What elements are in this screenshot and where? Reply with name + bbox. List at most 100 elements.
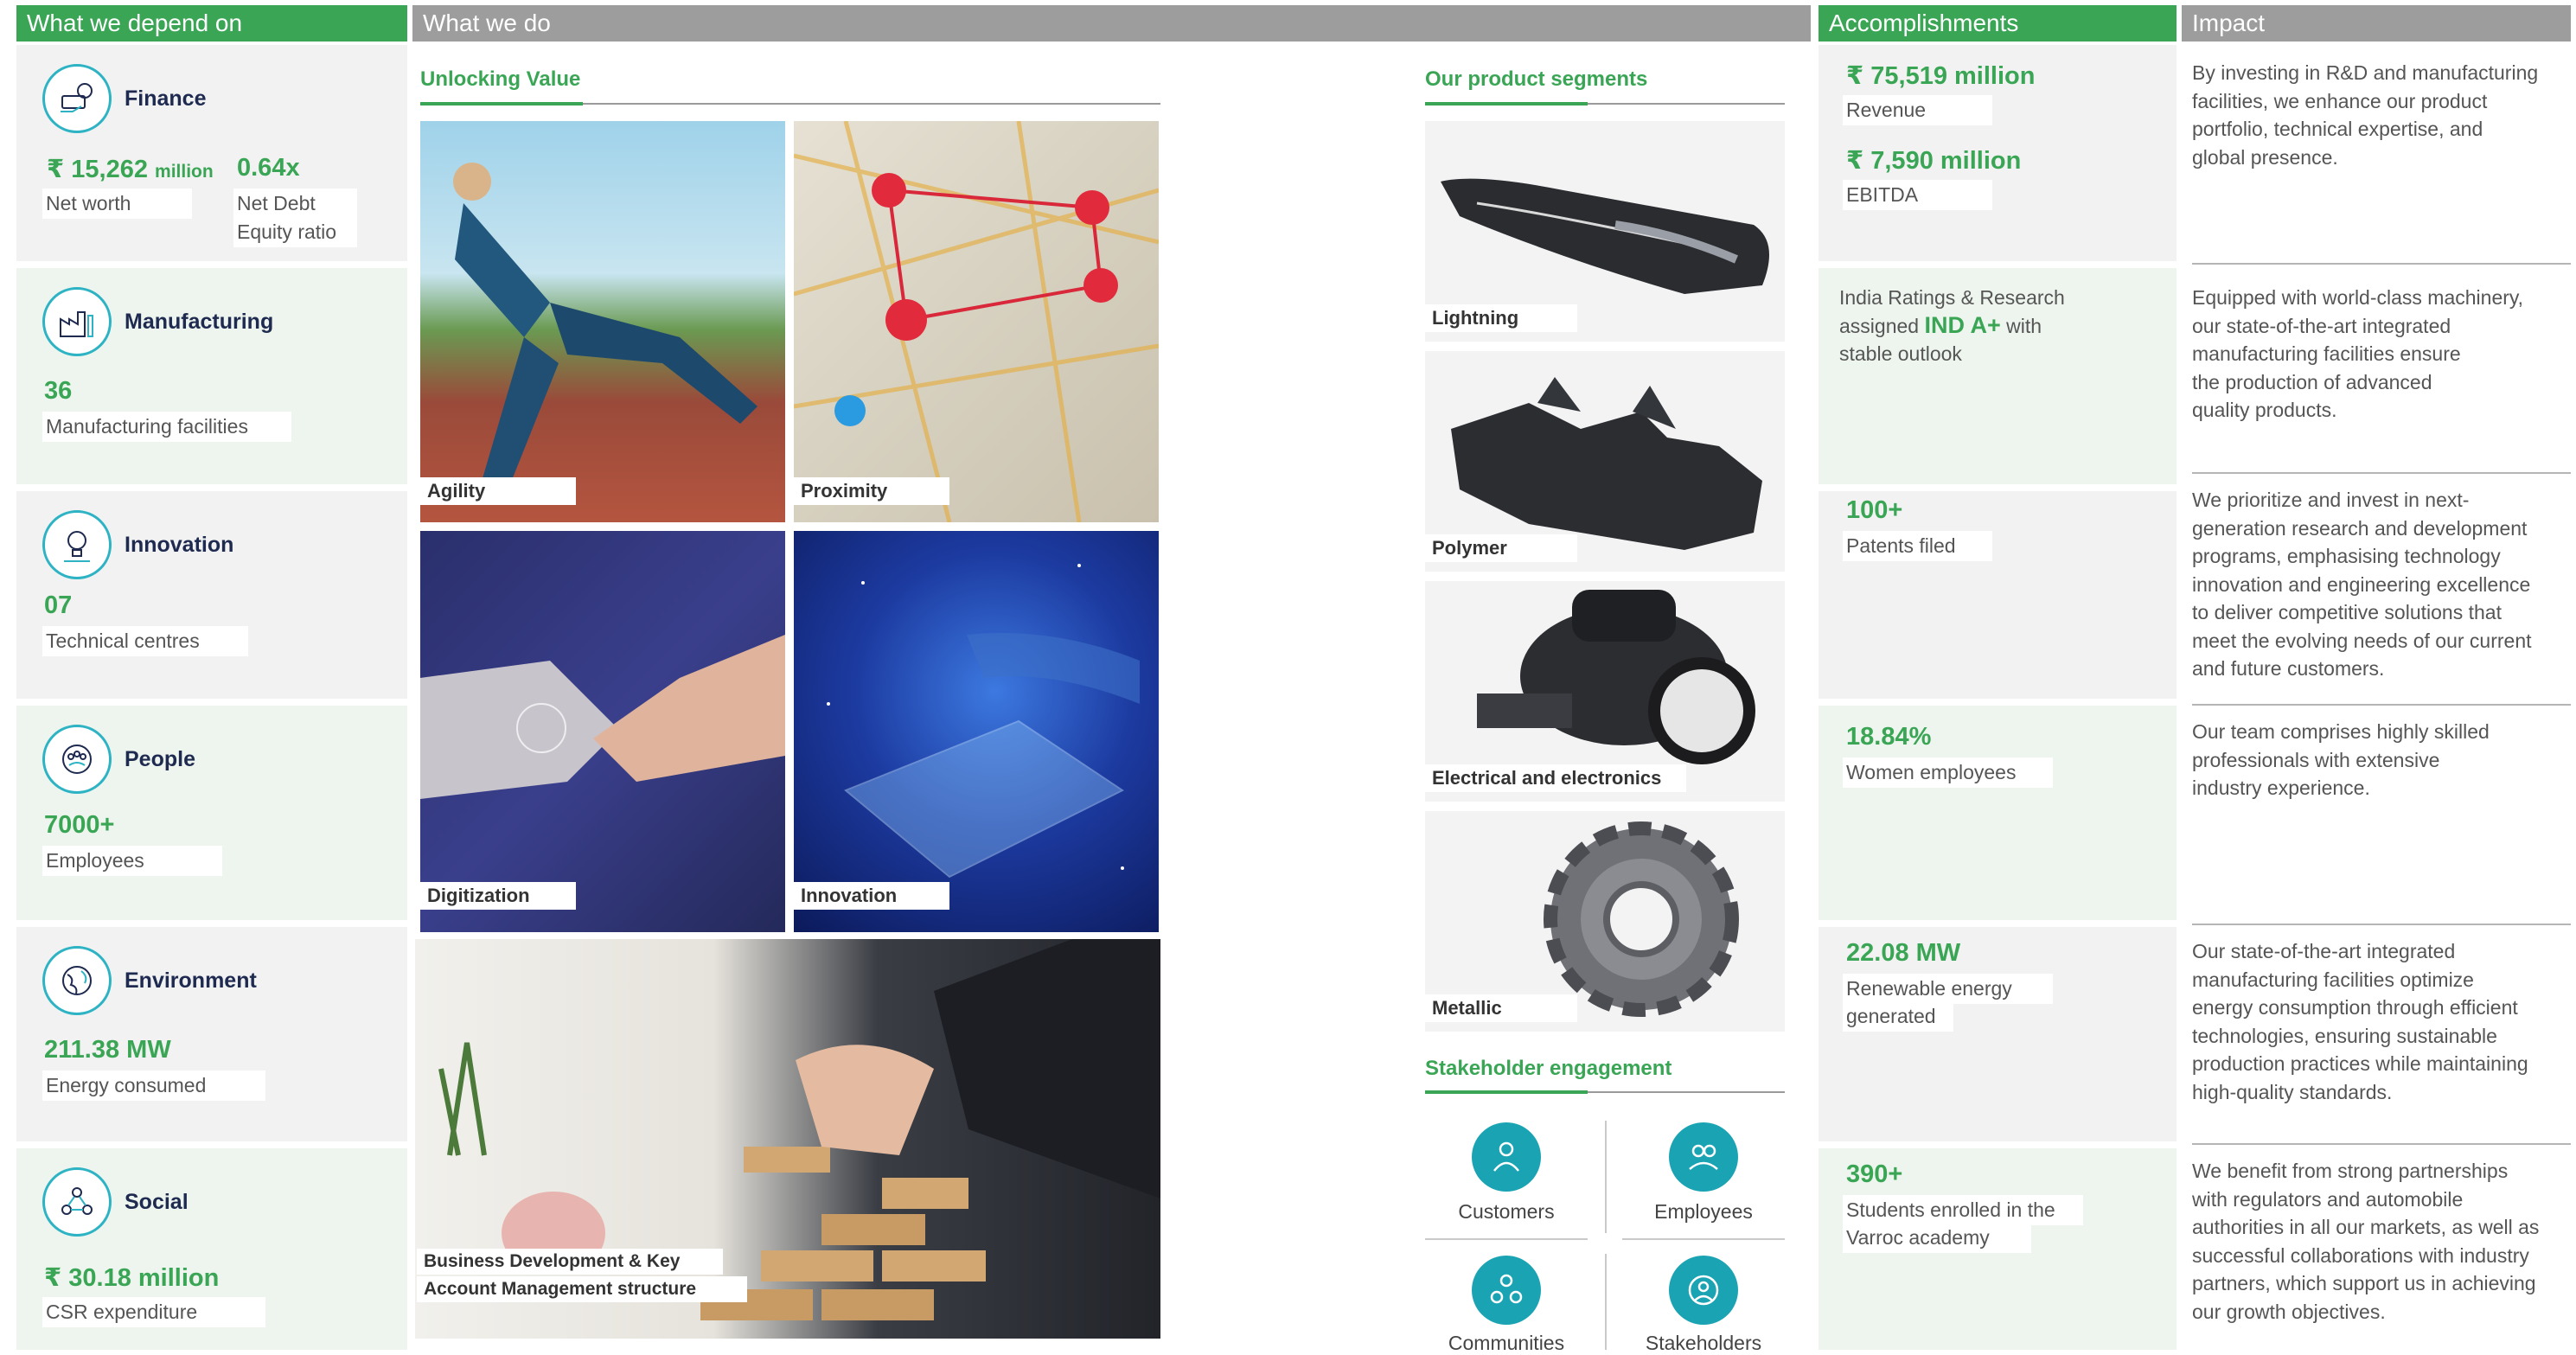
equity-ratio-label: Equity ratio — [233, 217, 357, 247]
digitization-label: Digitization — [420, 882, 576, 910]
people-value: 7000+ — [44, 811, 115, 839]
accomplishment-patents: 100+ Patents filed — [1819, 491, 2176, 699]
unlocking-value-title: Unlocking Value — [420, 67, 581, 91]
students-label-line2: Varroc academy — [1843, 1223, 2031, 1253]
metallic-label: Metallic — [1425, 994, 1577, 1022]
social-label: CSR expenditure — [42, 1297, 265, 1327]
environment-title: Environment — [125, 968, 257, 993]
renewable-value: 22.08 MW — [1846, 939, 1961, 967]
people-card: People 7000+ Employees — [16, 706, 407, 920]
accomplishment-renewable: 22.08 MW Renewable energy generated — [1819, 927, 2176, 1141]
stakeholder-engagement-title: Stakeholder engagement — [1425, 1057, 1672, 1080]
product-electrical: Electrical and electronics — [1425, 581, 1785, 802]
impact-separator-2 — [2192, 472, 2571, 474]
proximity-photo — [794, 121, 1159, 522]
impact-finance: By investing in R&D and manufacturing fac… — [2192, 61, 2539, 169]
ebitda-value: ₹ 7,590 million — [1846, 147, 2022, 175]
environment-label: Energy consumed — [42, 1071, 265, 1101]
polymer-label: Polymer — [1425, 534, 1577, 562]
women-value: 18.84% — [1846, 723, 1932, 751]
net-debt-label: Net Debt — [233, 189, 357, 219]
revenue-value: ₹ 75,519 million — [1846, 62, 2036, 90]
business-development-label-line1: Business Development & Key — [417, 1249, 723, 1275]
digitization-photo — [420, 531, 785, 932]
stakeholders-label: Stakeholders — [1645, 1332, 1762, 1354]
stakeholder-engagement-rule — [1425, 1090, 1785, 1094]
renewable-label-line1: Renewable energy — [1843, 974, 2053, 1004]
net-worth-label: Net worth — [42, 189, 192, 219]
product-segments-title: Our product segments — [1425, 67, 1648, 91]
network-icon — [42, 1167, 112, 1237]
net-worth-value: ₹ 15,262 million — [47, 156, 214, 183]
people-icon — [42, 725, 112, 794]
social-card: Social ₹ 30.18 million CSR expenditure — [16, 1148, 407, 1350]
accomplishment-students: 390+ Students enrolled in the Varroc aca… — [1819, 1148, 2176, 1350]
product-metallic: Metallic — [1425, 811, 1785, 1032]
globe-leaf-icon — [42, 946, 112, 1015]
electrical-label: Electrical and electronics — [1425, 764, 1686, 792]
header-accomplishments: Accomplishments — [1819, 5, 2176, 42]
proximity-label: Proximity — [794, 477, 949, 505]
finance-icon — [42, 64, 112, 133]
csr-value: ₹ 30.18 million — [44, 1264, 220, 1292]
lightbulb-icon — [42, 510, 112, 579]
stakeholders-icon — [1669, 1256, 1738, 1325]
stakeholder-divider-bottom — [1605, 1254, 1607, 1350]
environment-card: Environment 211.38 MW Energy consumed — [16, 927, 407, 1141]
impact-environment: Our state-of-the-art integrated manufactu… — [2192, 940, 2528, 1103]
impact-separator-1 — [2192, 263, 2571, 265]
impact-innovation: We prioritize and invest in next-generat… — [2192, 489, 2532, 680]
accomplishment-finance: ₹ 75,519 million Revenue ₹ 7,590 million… — [1819, 45, 2176, 261]
manufacturing-title: Manufacturing — [125, 310, 274, 334]
accomplishment-women: 18.84% Women employees — [1819, 706, 2176, 920]
impact-separator-3 — [2192, 704, 2571, 706]
header-what-we-do: What we do — [412, 5, 1811, 42]
accomplishment-rating: India Ratings & Research assigned IND A+… — [1819, 268, 2176, 484]
manufacturing-card: Manufacturing 36 Manufacturing facilitie… — [16, 268, 407, 484]
people-title: People — [125, 747, 195, 771]
renewable-label-line2: generated — [1843, 1001, 1953, 1032]
customers-icon — [1472, 1122, 1541, 1192]
students-value: 390+ — [1846, 1160, 1903, 1188]
innovation-value: 07 — [44, 591, 73, 619]
people-label: Employees — [42, 846, 222, 876]
employees-icon — [1669, 1122, 1738, 1192]
innovation-label: Technical centres — [42, 626, 248, 656]
stakeholder-hrule-right — [1622, 1238, 1785, 1240]
agility-photo — [420, 121, 785, 522]
finance-card: Finance ₹ 15,262 million Net worth 0.64x… — [16, 45, 407, 261]
impact-social: We benefit from strong partnerships with … — [2192, 1160, 2540, 1323]
innovation-photo — [794, 531, 1159, 932]
employees-label: Employees — [1654, 1200, 1753, 1223]
manufacturing-label: Manufacturing facilities — [42, 412, 291, 442]
header-impact: Impact — [2182, 5, 2571, 42]
net-debt-equity-value: 0.64x — [237, 154, 300, 182]
unlocking-value-rule — [420, 102, 1160, 105]
lightning-label: Lightning — [1425, 304, 1577, 332]
social-title: Social — [125, 1190, 189, 1214]
women-label: Women employees — [1843, 757, 2053, 788]
environment-value: 211.38 MW — [44, 1036, 171, 1064]
factory-icon — [42, 287, 112, 356]
manufacturing-value: 36 — [44, 377, 73, 405]
patents-label: Patents filed — [1843, 531, 1992, 561]
product-segments-rule — [1425, 102, 1785, 105]
customers-label: Customers — [1458, 1200, 1555, 1223]
finance-title: Finance — [125, 86, 207, 111]
stakeholder-divider-top — [1605, 1121, 1607, 1233]
innovation-photo-label: Innovation — [794, 882, 949, 910]
innovation-title: Innovation — [125, 533, 234, 557]
impact-separator-4 — [2192, 924, 2571, 925]
impact-people: Our team comprises highly skilled profess… — [2192, 720, 2490, 799]
students-label-line1: Students enrolled in the — [1843, 1195, 2083, 1225]
header-what-we-depend-on: What we depend on — [16, 5, 407, 42]
patents-value: 100+ — [1846, 496, 1903, 524]
agility-label: Agility — [420, 477, 576, 505]
product-polymer: Polymer — [1425, 351, 1785, 572]
rating-text: India Ratings & Research assigned IND A+… — [1839, 286, 2065, 365]
communities-icon — [1472, 1256, 1541, 1325]
revenue-label: Revenue — [1843, 95, 1992, 125]
stakeholder-hrule-left — [1425, 1238, 1588, 1240]
business-development-label-line2: Account Management structure — [417, 1276, 747, 1302]
impact-separator-5 — [2192, 1143, 2571, 1145]
